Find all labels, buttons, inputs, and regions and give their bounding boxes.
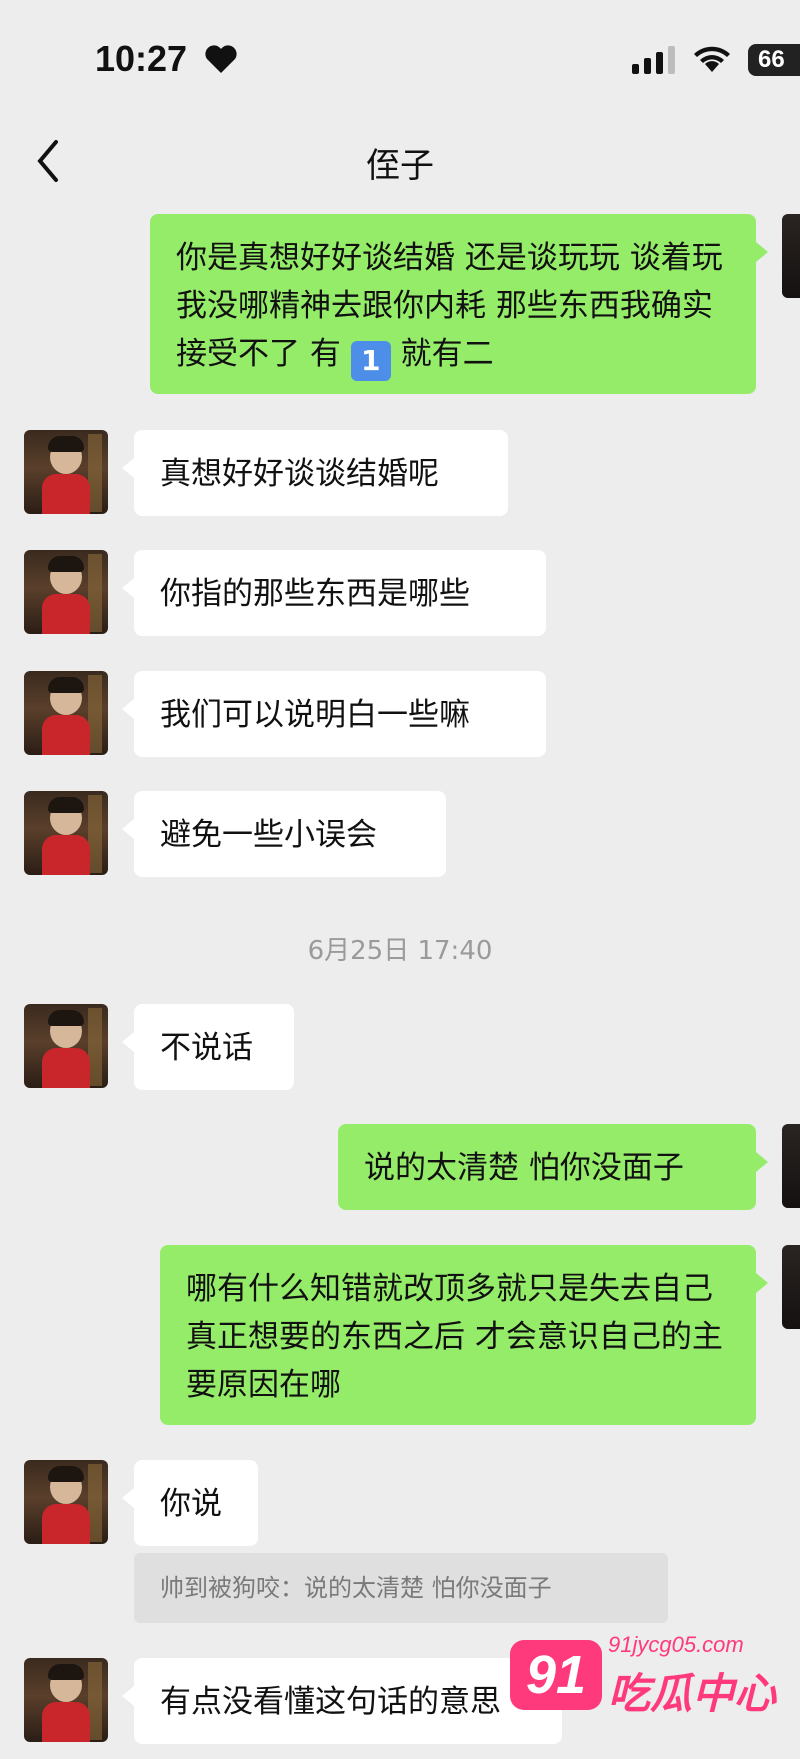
message-text: 真想好好谈谈结婚呢 <box>160 456 439 492</box>
contact-avatar[interactable] <box>24 1460 108 1544</box>
message-outgoing[interactable]: 你是真想好好谈结婚 还是谈玩玩 谈着玩我没哪精神去跟你内耗 那些东西我确实接受不… <box>150 214 768 394</box>
contact-avatar[interactable] <box>24 791 108 875</box>
status-bar: 10:27 66 <box>0 0 800 120</box>
message-incoming[interactable]: 不说话 <box>122 1004 294 1090</box>
contact-avatar[interactable] <box>24 550 108 634</box>
contact-avatar[interactable] <box>24 671 108 755</box>
message-text: 有点没看懂这句话的意思 <box>160 1684 501 1720</box>
message-text: 你说 <box>160 1486 222 1522</box>
heart-icon <box>205 45 237 73</box>
watermark-badge: 91 <box>510 1640 602 1710</box>
message-text-tail: 就有二 <box>400 336 494 372</box>
my-avatar[interactable] <box>782 1245 800 1329</box>
signal-icon <box>632 46 675 74</box>
chat-title: 侄子 <box>366 146 434 186</box>
message-text: 说的太清楚 怕你没面子 <box>364 1150 684 1186</box>
message-incoming[interactable]: 我们可以说明白一些嘛 <box>122 671 546 757</box>
keycap-one-emoji: 1 <box>350 341 391 381</box>
contact-avatar[interactable] <box>24 1658 108 1742</box>
message-incoming[interactable]: 避免一些小误会 <box>122 791 446 877</box>
message-outgoing[interactable]: 说的太清楚 怕你没面子 <box>338 1124 768 1210</box>
contact-avatar[interactable] <box>24 430 108 514</box>
message-incoming[interactable]: 你指的那些东西是哪些 <box>122 550 546 636</box>
message-incoming[interactable]: 有点没看懂这句话的意思 <box>122 1658 562 1744</box>
my-avatar[interactable] <box>782 214 800 298</box>
watermark-logo: 91 91jycg05.com 吃瓜中心 <box>510 1632 800 1718</box>
quoted-message[interactable]: 帅到被狗咬：说的太清楚 怕你没面子 <box>134 1553 668 1623</box>
chat-header: 侄子 <box>0 120 800 204</box>
message-text: 不说话 <box>160 1030 253 1066</box>
message-incoming[interactable]: 你说 <box>122 1460 258 1546</box>
message-text: 你指的那些东西是哪些 <box>160 576 470 612</box>
contact-avatar[interactable] <box>24 1004 108 1088</box>
my-avatar[interactable] <box>782 1124 800 1208</box>
battery-indicator: 66 <box>748 44 800 76</box>
watermark-name: 吃瓜中心 <box>608 1669 777 1718</box>
message-text: 哪有什么知错就改顶多就只是失去自己真正想要的东西之后 才会意识自己的主要原因在哪 <box>186 1271 723 1403</box>
message-text: 避免一些小误会 <box>160 817 377 853</box>
message-incoming[interactable]: 真想好好谈谈结婚呢 <box>122 430 508 516</box>
chat-timestamp: 6月25日 17:40 <box>307 936 493 966</box>
message-text: 我们可以说明白一些嘛 <box>160 697 470 733</box>
wifi-icon <box>694 46 730 72</box>
watermark-url: 91jycg05.com <box>608 1632 744 1657</box>
message-outgoing[interactable]: 哪有什么知错就改顶多就只是失去自己真正想要的东西之后 才会意识自己的主要原因在哪 <box>160 1245 768 1425</box>
status-time: 10:27 <box>95 38 188 79</box>
